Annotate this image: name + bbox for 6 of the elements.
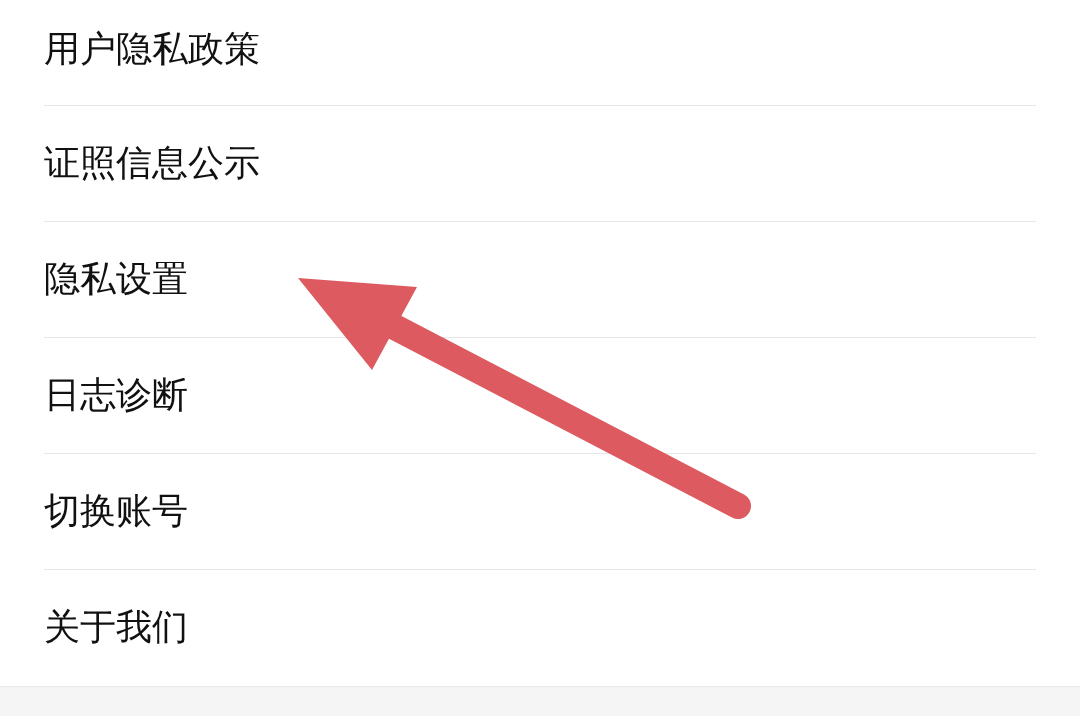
- menu-item[interactable]: 日志诊断: [44, 371, 188, 420]
- menu-item[interactable]: 证照信息公示: [44, 139, 260, 188]
- menu-item[interactable]: 隐私设置: [44, 255, 188, 304]
- menu-item[interactable]: 用户隐私政策: [44, 25, 260, 74]
- menu-item[interactable]: 切换账号: [44, 487, 188, 536]
- menu-item[interactable]: 关于我们: [44, 603, 188, 652]
